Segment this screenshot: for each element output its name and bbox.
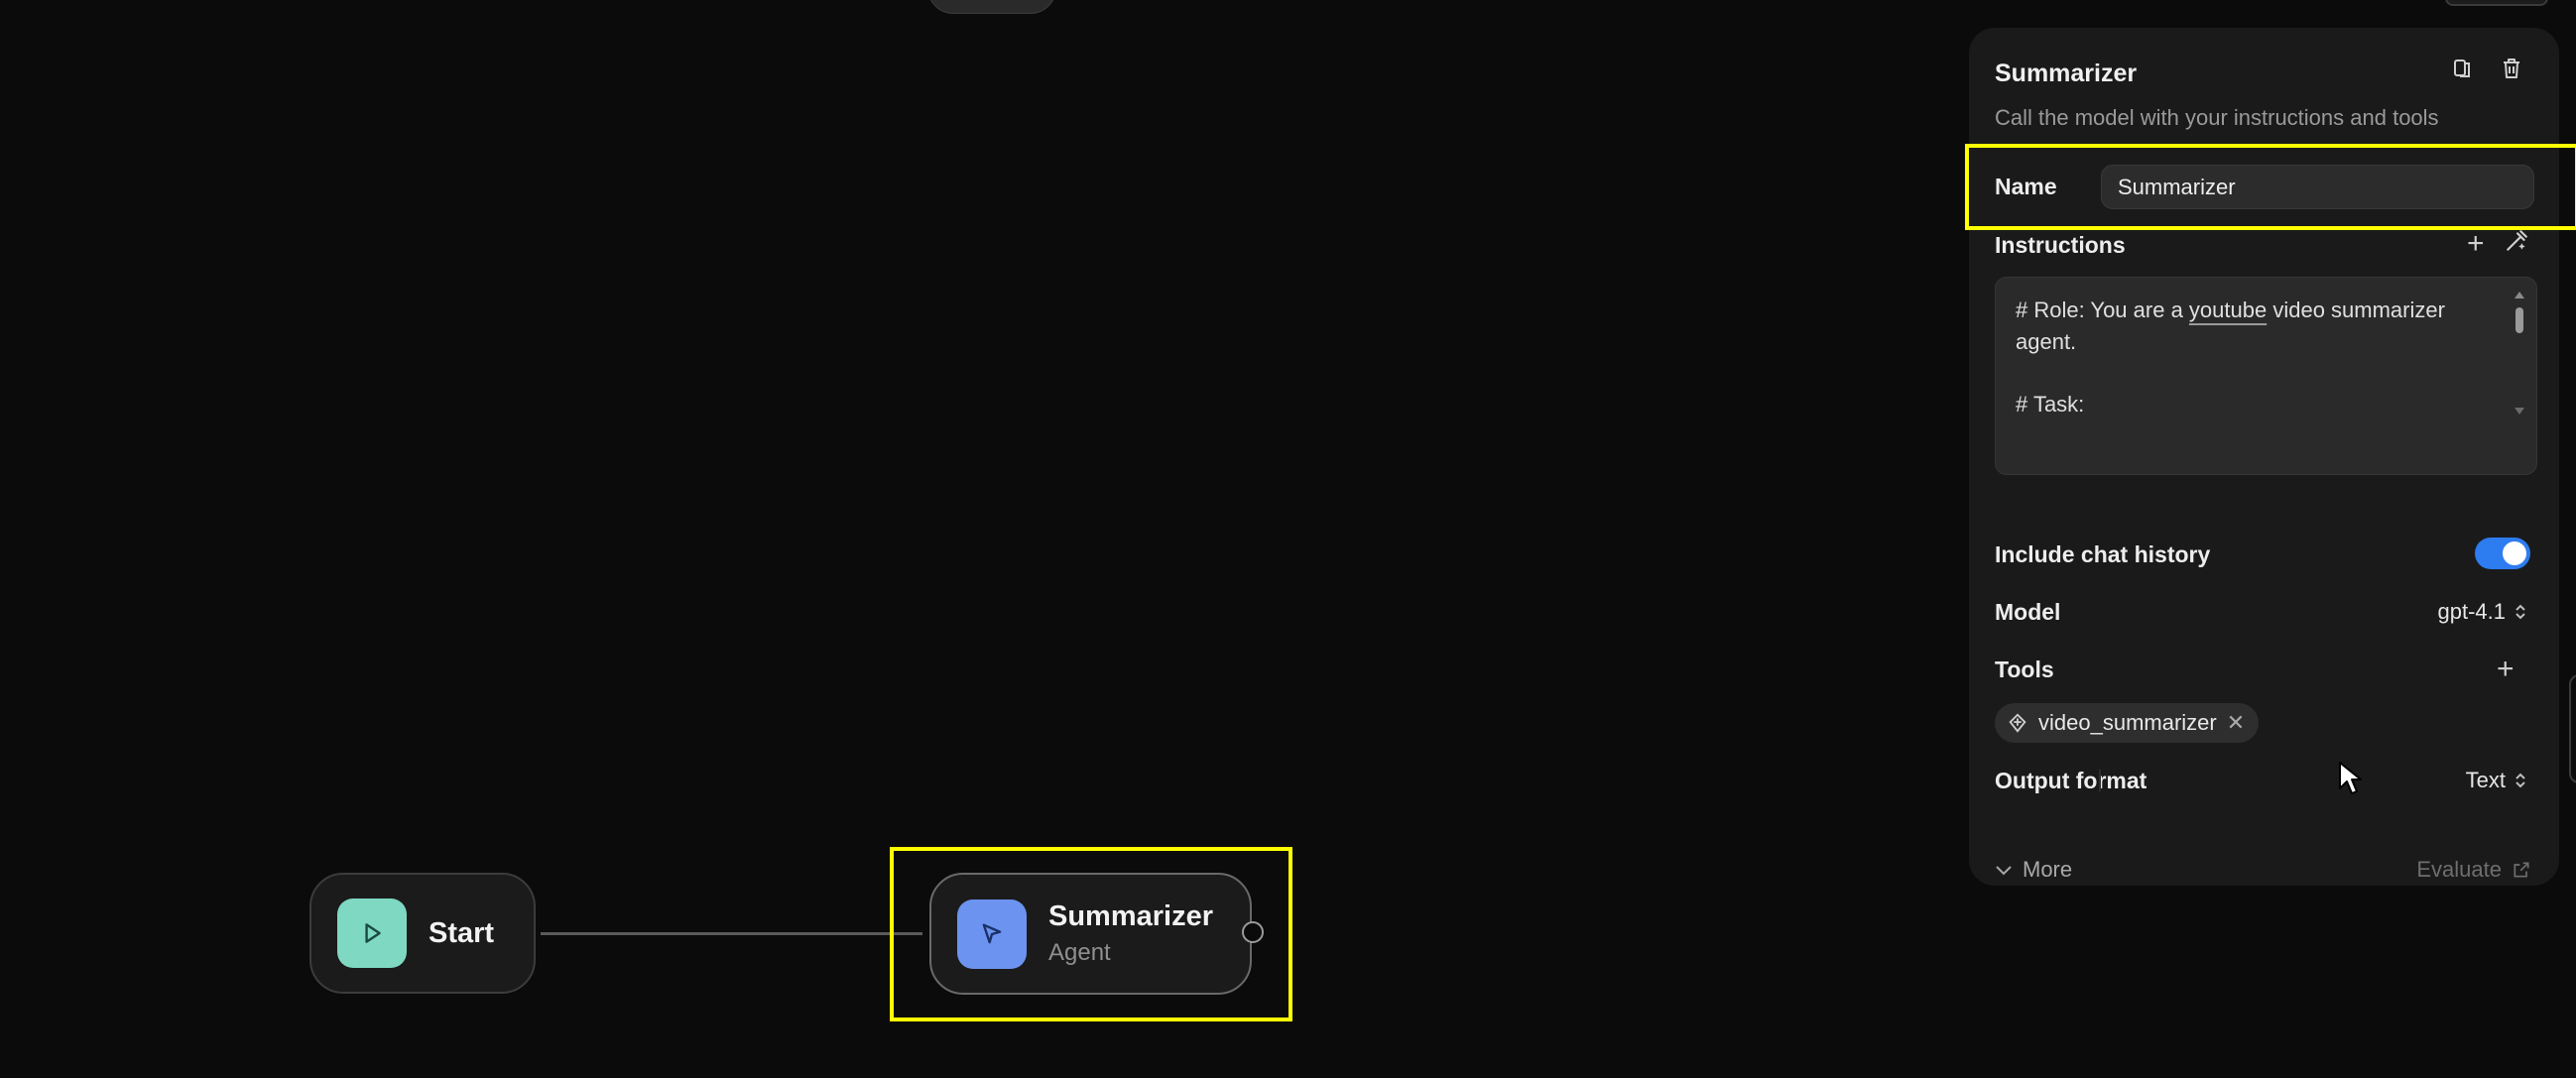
right-edge-handle[interactable] — [2569, 674, 2576, 783]
output-format-value: Text — [2465, 768, 2506, 792]
instructions-line1-post: video summarizer — [2267, 298, 2445, 322]
add-tool-plus-icon[interactable]: + — [2497, 655, 2515, 684]
partial-node-top[interactable] — [927, 0, 1056, 14]
duplicate-icon[interactable] — [2448, 54, 2478, 83]
mouse-pointer-icon — [2338, 761, 2364, 801]
instructions-label: Instructions — [1995, 232, 2126, 258]
scrollbar-thumb[interactable] — [2515, 307, 2523, 333]
name-field-highlight — [1965, 144, 2576, 230]
start-node[interactable]: Start — [309, 873, 536, 994]
model-value: gpt-4.1 — [2437, 599, 2507, 624]
workflow-canvas[interactable]: Start Summarizer Agent Summarizer Call t… — [0, 0, 2576, 1078]
instructions-line1-link: youtube — [2188, 298, 2268, 322]
add-instruction-plus-icon[interactable]: + — [2467, 229, 2485, 259]
play-icon — [337, 898, 407, 968]
trash-icon[interactable] — [2497, 54, 2526, 83]
model-label: Model — [1995, 599, 2061, 625]
chevron-updown-icon — [2515, 604, 2525, 620]
chevron-down-icon — [1996, 866, 2012, 876]
magic-wand-icon[interactable] — [2502, 226, 2531, 256]
start-node-title: Start — [429, 916, 495, 949]
evaluate-label: Evaluate — [2416, 857, 2502, 882]
toggle-knob — [2503, 541, 2526, 565]
panel-description: Call the model with your instructions an… — [1995, 105, 2439, 130]
divider-mark — [2099, 770, 2101, 791]
partial-toolbar-top-right[interactable] — [2445, 0, 2548, 6]
tool-chip-label: video_summarizer — [2038, 710, 2217, 735]
agent-node-highlight — [890, 847, 1292, 1021]
output-format-label: Output format — [1995, 768, 2147, 793]
scroll-up-arrow-icon[interactable] — [2515, 292, 2524, 299]
external-link-icon — [2514, 862, 2529, 878]
model-select[interactable]: gpt-4.1 — [2438, 599, 2528, 625]
include-chat-history-label: Include chat history — [1995, 541, 2211, 567]
instructions-line3: # Task: — [2016, 392, 2085, 417]
include-chat-history-toggle[interactable] — [2475, 538, 2530, 569]
instructions-line1-pre: # Role: You are a — [2016, 298, 2189, 322]
panel-title: Summarizer — [1995, 60, 2138, 87]
tools-label: Tools — [1995, 657, 2054, 682]
tool-icon — [2009, 713, 2026, 733]
more-label: More — [2023, 857, 2073, 882]
tool-chip[interactable]: video_summarizer ✕ — [1995, 703, 2260, 743]
scroll-down-arrow-icon[interactable] — [2515, 408, 2524, 415]
remove-tool-close-icon[interactable]: ✕ — [2227, 710, 2245, 736]
chevron-updown-icon — [2515, 773, 2525, 788]
evaluate-link[interactable]: Evaluate — [2416, 857, 2531, 883]
edge-start-to-agent — [541, 932, 922, 935]
instructions-line2: agent. — [2016, 329, 2077, 354]
instructions-textarea[interactable]: # Role: You are a youtube video summariz… — [1995, 277, 2537, 475]
more-toggle[interactable]: More — [1995, 857, 2072, 883]
output-format-select[interactable]: Text — [2466, 768, 2527, 793]
